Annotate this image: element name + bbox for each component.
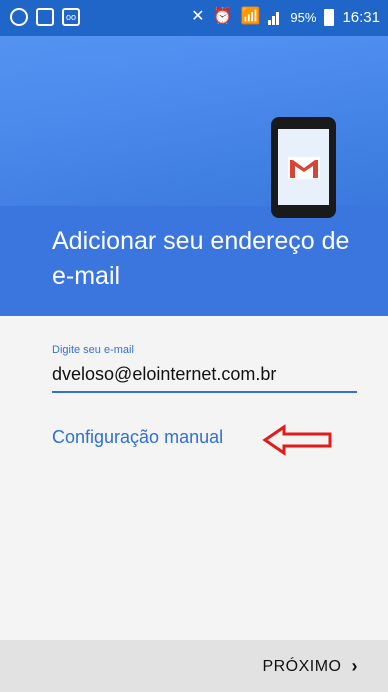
form-area: Digite seu e-mail dveloso@elointernet.co… bbox=[0, 316, 388, 640]
email-field-underline bbox=[52, 391, 357, 393]
page-title: Adicionar seu endereço de e-mail bbox=[52, 227, 350, 290]
status-bar-right: ✕ ⏰ 📶 95% 16:31 bbox=[191, 8, 380, 26]
whatsapp-icon bbox=[10, 8, 28, 26]
signal-icon bbox=[268, 12, 280, 25]
clock: 16:31 bbox=[342, 8, 380, 26]
email-field[interactable]: dveloso@elointernet.com.br bbox=[52, 364, 276, 385]
manual-setup-link[interactable]: Configuração manual bbox=[52, 427, 223, 448]
phone-screen bbox=[278, 129, 329, 205]
status-bar: oo ✕ ⏰ 📶 95% 16:31 bbox=[0, 0, 388, 36]
red-arrow-annotation-icon bbox=[262, 424, 332, 456]
bottom-bar: PRÓXIMO › bbox=[0, 640, 388, 692]
next-button-label: PRÓXIMO bbox=[262, 657, 342, 675]
voicemail-icon: oo bbox=[62, 8, 80, 26]
next-button[interactable]: PRÓXIMO › bbox=[262, 656, 358, 677]
wifi-icon: 📶 bbox=[240, 8, 261, 25]
battery-percent: 95% bbox=[290, 9, 317, 25]
gmail-logo-icon bbox=[288, 157, 320, 179]
battery-icon bbox=[324, 8, 335, 26]
email-field-label: Digite seu e-mail bbox=[52, 344, 134, 356]
header-banner: Adicionar seu endereço de e-mail bbox=[0, 0, 388, 316]
alarm-icon: ⏰ bbox=[212, 8, 233, 25]
mute-icon: ✕ bbox=[191, 8, 205, 25]
image-icon bbox=[36, 8, 54, 26]
chevron-right-icon: › bbox=[351, 656, 358, 676]
status-bar-left-icons: oo bbox=[10, 8, 80, 26]
screen: Adicionar seu endereço de e-mail oo ✕ ⏰ … bbox=[0, 0, 388, 692]
gmail-phone-icon bbox=[271, 117, 336, 218]
